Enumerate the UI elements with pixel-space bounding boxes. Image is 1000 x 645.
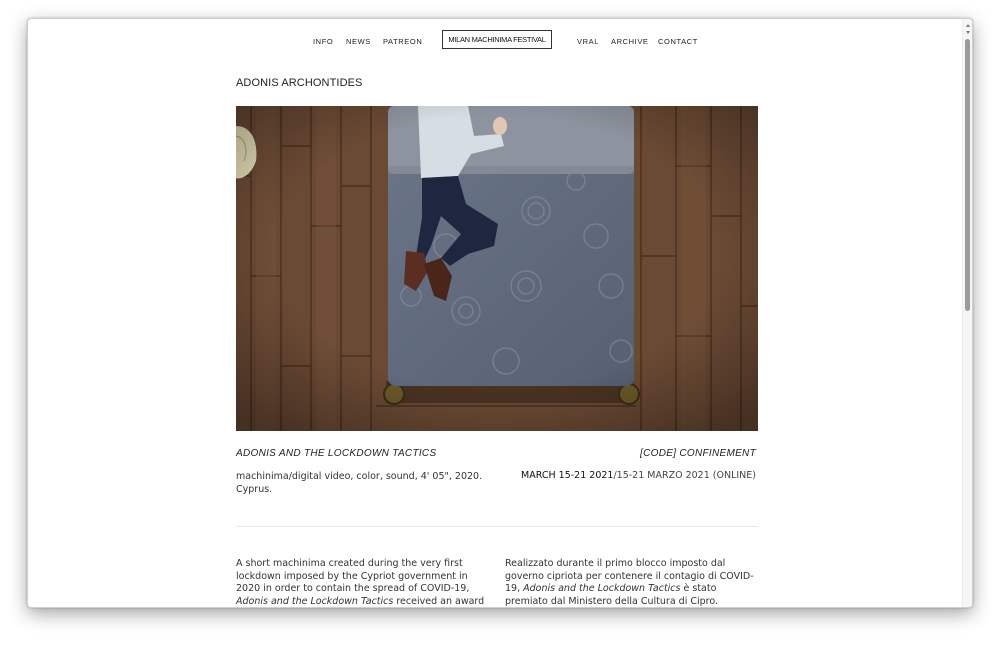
divider-line [236, 526, 758, 527]
technical-info: machinima/digital video, color, sound, 4… [236, 471, 483, 495]
section-link[interactable]: [CODE] CONFINEMENT [640, 448, 756, 459]
scrollbar-thumb[interactable] [965, 39, 970, 311]
top-navigation: INFO NEWS PATREON MILAN MACHINIMA FESTIV… [28, 29, 972, 53]
desc-en-text: A short machinima created during the ver… [236, 558, 470, 595]
nav-vral[interactable]: VRAL [577, 37, 599, 46]
nav-contact[interactable]: CONTACT [658, 37, 698, 46]
screening-dates: MARCH 15-21 2021/15-21 MARZO 2021 (ONLIN… [521, 470, 756, 481]
vertical-scrollbar[interactable] [962, 19, 972, 607]
film-still-illustration [236, 106, 758, 431]
desc-it-film-title: Adonis and the Lockdown Tactics [523, 583, 681, 595]
description-italian: Realizzato durante il primo blocco impos… [505, 558, 761, 607]
description-english: A short machinima created during the ver… [236, 558, 492, 608]
desc-en-film-title: Adonis and the Lockdown Tactics [236, 596, 394, 608]
scroll-up-arrow-icon[interactable] [966, 24, 970, 27]
nav-archive[interactable]: ARCHIVE [611, 37, 649, 46]
dates-italian: /15-21 MARZO 2021 (ONLINE) [613, 470, 756, 481]
scroll-down-arrow-icon[interactable] [966, 31, 970, 34]
film-title: ADONIS AND THE LOCKDOWN TACTICS [236, 448, 437, 459]
nav-patreon[interactable]: PATREON [383, 37, 422, 46]
desc-en-text-end: received an award [393, 596, 485, 608]
nav-info[interactable]: INFO [313, 37, 333, 46]
nav-news[interactable]: NEWS [346, 37, 371, 46]
film-still-image[interactable] [236, 106, 758, 431]
artist-name: ADONIS ARCHONTIDES [236, 77, 363, 89]
site-logo[interactable]: MILAN MACHINIMA FESTIVAL [442, 30, 552, 49]
dates-english: MARCH 15-21 2021 [521, 470, 614, 481]
browser-window: INFO NEWS PATREON MILAN MACHINIMA FESTIV… [27, 18, 973, 608]
